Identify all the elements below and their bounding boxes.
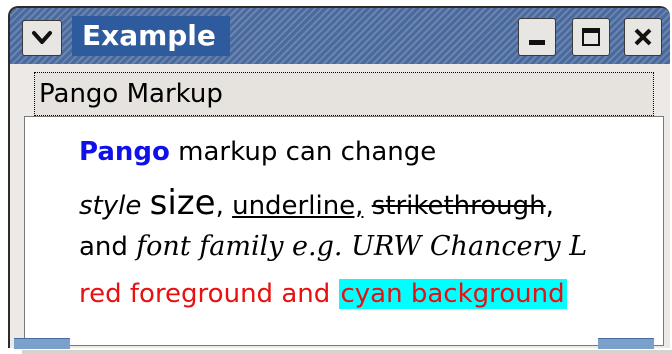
pango-word: Pango — [79, 137, 170, 167]
app-window: Example Pango Markup Pango markup can ch… — [8, 6, 672, 354]
resize-handle-right[interactable] — [598, 338, 654, 349]
chevron-down-icon — [32, 31, 52, 44]
strikethrough-word: strikethrough — [371, 191, 546, 221]
close-icon — [634, 28, 652, 46]
font-family-text: font family e.g. URW Chancery L — [136, 231, 588, 262]
markup-label-area: Pango markup can change style size, unde… — [24, 116, 664, 346]
markup-line-4: red foreground and cyan background — [79, 279, 567, 309]
frame-label: Pango Markup — [34, 72, 654, 116]
minimize-icon — [529, 40, 545, 45]
red-foreground-text: red foreground and — [79, 279, 339, 309]
resize-handle-left[interactable] — [14, 338, 70, 349]
style-word: style — [79, 191, 142, 221]
markup-line-1: Pango markup can change — [79, 137, 436, 167]
markup-line-3: and font family e.g. URW Chancery L — [79, 231, 587, 262]
markup-line-2: style size, underline, strikethrough, — [79, 183, 554, 223]
comma-2: , — [545, 191, 554, 221]
close-button[interactable] — [624, 18, 662, 56]
and-word: and — [79, 232, 137, 262]
window-bottom-border — [22, 350, 672, 354]
underline-word: underline, — [232, 191, 364, 221]
maximize-button[interactable] — [572, 18, 610, 56]
minimize-button[interactable] — [518, 18, 556, 56]
size-word: size — [149, 183, 216, 223]
comma-1: , — [215, 191, 224, 221]
cyan-background-text: cyan background — [338, 279, 567, 309]
window-menu-button[interactable] — [22, 20, 62, 56]
titlebar[interactable]: Example — [10, 8, 670, 64]
maximize-icon — [582, 28, 600, 46]
markup-line-1-rest: markup can change — [169, 137, 437, 167]
window-title: Example — [72, 16, 230, 56]
window-client-area: Pango Markup Pango markup can change sty… — [12, 64, 672, 354]
